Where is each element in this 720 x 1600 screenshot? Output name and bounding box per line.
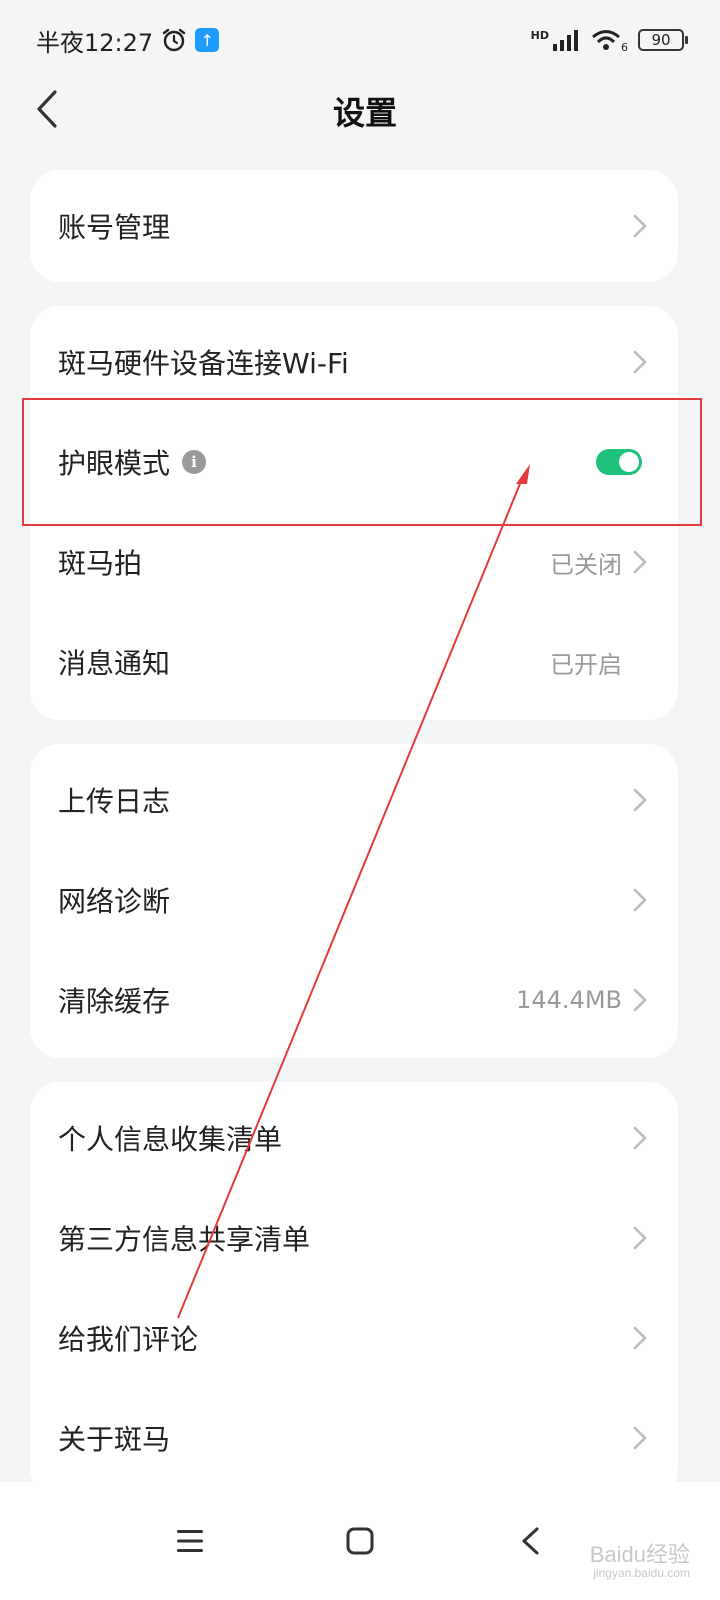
status-left: 半夜12:27 ↑ (36, 23, 220, 58)
row-value: 已开启 (550, 650, 622, 679)
status-right: HD 6 90 (530, 27, 688, 54)
row-right: 144.4MB (516, 986, 648, 1014)
wifi-icon (592, 30, 620, 50)
row-about[interactable]: 关于斑马 (30, 1388, 678, 1488)
chevron-right-icon (633, 1226, 647, 1250)
watermark-url: jingyan.baidu.com (593, 1565, 690, 1580)
row-zebra-photo[interactable]: 斑马拍 已关闭 (30, 512, 678, 612)
row-notifications[interactable]: 消息通知 已开启 (30, 612, 678, 712)
chevron-right-icon (633, 1426, 647, 1450)
row-label: 上传日志 (58, 785, 171, 818)
row-right (632, 213, 648, 239)
row-upload-log[interactable]: 上传日志 (30, 750, 678, 850)
chevron-right-icon (633, 550, 647, 574)
row-network-diagnosis[interactable]: 网络诊断 (30, 850, 678, 950)
page-title: 设置 (332, 94, 397, 132)
row-label: 清除缓存 (58, 985, 171, 1018)
row-right: 已关闭 (550, 545, 648, 580)
row-right (632, 1125, 648, 1151)
cache-size: 144.4MB (516, 986, 622, 1014)
chevron-right-icon (633, 1326, 647, 1350)
wifi-sub-label: 6 (621, 40, 628, 54)
row-clear-cache[interactable]: 清除缓存 144.4MB (30, 950, 678, 1050)
watermark-brand: Baidu经验 (589, 1541, 690, 1567)
row-rate-us[interactable]: 给我们评论 (30, 1288, 678, 1388)
alarm-clock-icon (162, 28, 186, 52)
row-right (632, 887, 648, 913)
title-bar: 设置 (0, 80, 720, 140)
chevron-right-icon (633, 988, 647, 1012)
signal-icon (553, 30, 578, 51)
baidu-watermark: Baidu经验 jingyan.baidu.com (589, 1541, 690, 1580)
row-label: 关于斑马 (58, 1423, 171, 1456)
row-account-management[interactable]: 账号管理 (30, 170, 678, 282)
row-label: 斑马硬件设备连接Wi-Fi (58, 347, 349, 380)
annotation-highlight-box (22, 398, 702, 526)
row-personal-info-list[interactable]: 个人信息收集清单 (30, 1088, 678, 1188)
back-triangle-icon (522, 1527, 539, 1555)
home-square-icon (346, 1527, 374, 1555)
battery-icon: 90 (638, 29, 688, 51)
battery-level: 90 (651, 31, 671, 49)
row-right (632, 349, 648, 375)
card-diagnostics: 上传日志 网络诊断 清除缓存 144.4MB (30, 744, 678, 1058)
system-nav-bar: Baidu经验 jingyan.baidu.com (0, 1482, 720, 1600)
chevron-right-icon (633, 888, 647, 912)
row-right (632, 1425, 648, 1451)
status-bar: 半夜12:27 ↑ HD 6 90 (0, 0, 720, 80)
row-right (632, 1225, 648, 1251)
row-label: 第三方信息共享清单 (58, 1223, 311, 1256)
row-third-party-sharing[interactable]: 第三方信息共享清单 (30, 1188, 678, 1288)
row-right (632, 1325, 648, 1351)
system-back-button[interactable] (500, 1511, 560, 1571)
row-label: 个人信息收集清单 (58, 1123, 283, 1156)
upload-notification-icon: ↑ (195, 28, 220, 52)
chevron-right-icon (633, 214, 647, 238)
menu-icon (177, 1530, 203, 1552)
row-wifi-connect[interactable]: 斑马硬件设备连接Wi-Fi (30, 312, 678, 412)
row-label: 网络诊断 (58, 885, 171, 918)
hd-label: HD (530, 28, 549, 42)
row-label: 斑马拍 (58, 547, 143, 580)
row-right: 已开启 (550, 645, 648, 680)
chevron-right-icon (633, 350, 647, 374)
recents-button[interactable] (160, 1511, 220, 1571)
card-legal: 个人信息收集清单 第三方信息共享清单 给我们评论 关于斑马 (30, 1082, 678, 1498)
status-time: 半夜12:27 (36, 28, 154, 57)
row-value: 已关闭 (550, 550, 622, 579)
row-label: 消息通知 (58, 647, 171, 680)
chevron-right-icon (633, 1126, 647, 1150)
home-button[interactable] (330, 1511, 390, 1571)
card-account: 账号管理 (30, 170, 678, 282)
row-label: 账号管理 (58, 211, 171, 244)
row-right (632, 787, 648, 813)
chevron-right-icon (633, 788, 647, 812)
row-label: 给我们评论 (58, 1323, 199, 1356)
